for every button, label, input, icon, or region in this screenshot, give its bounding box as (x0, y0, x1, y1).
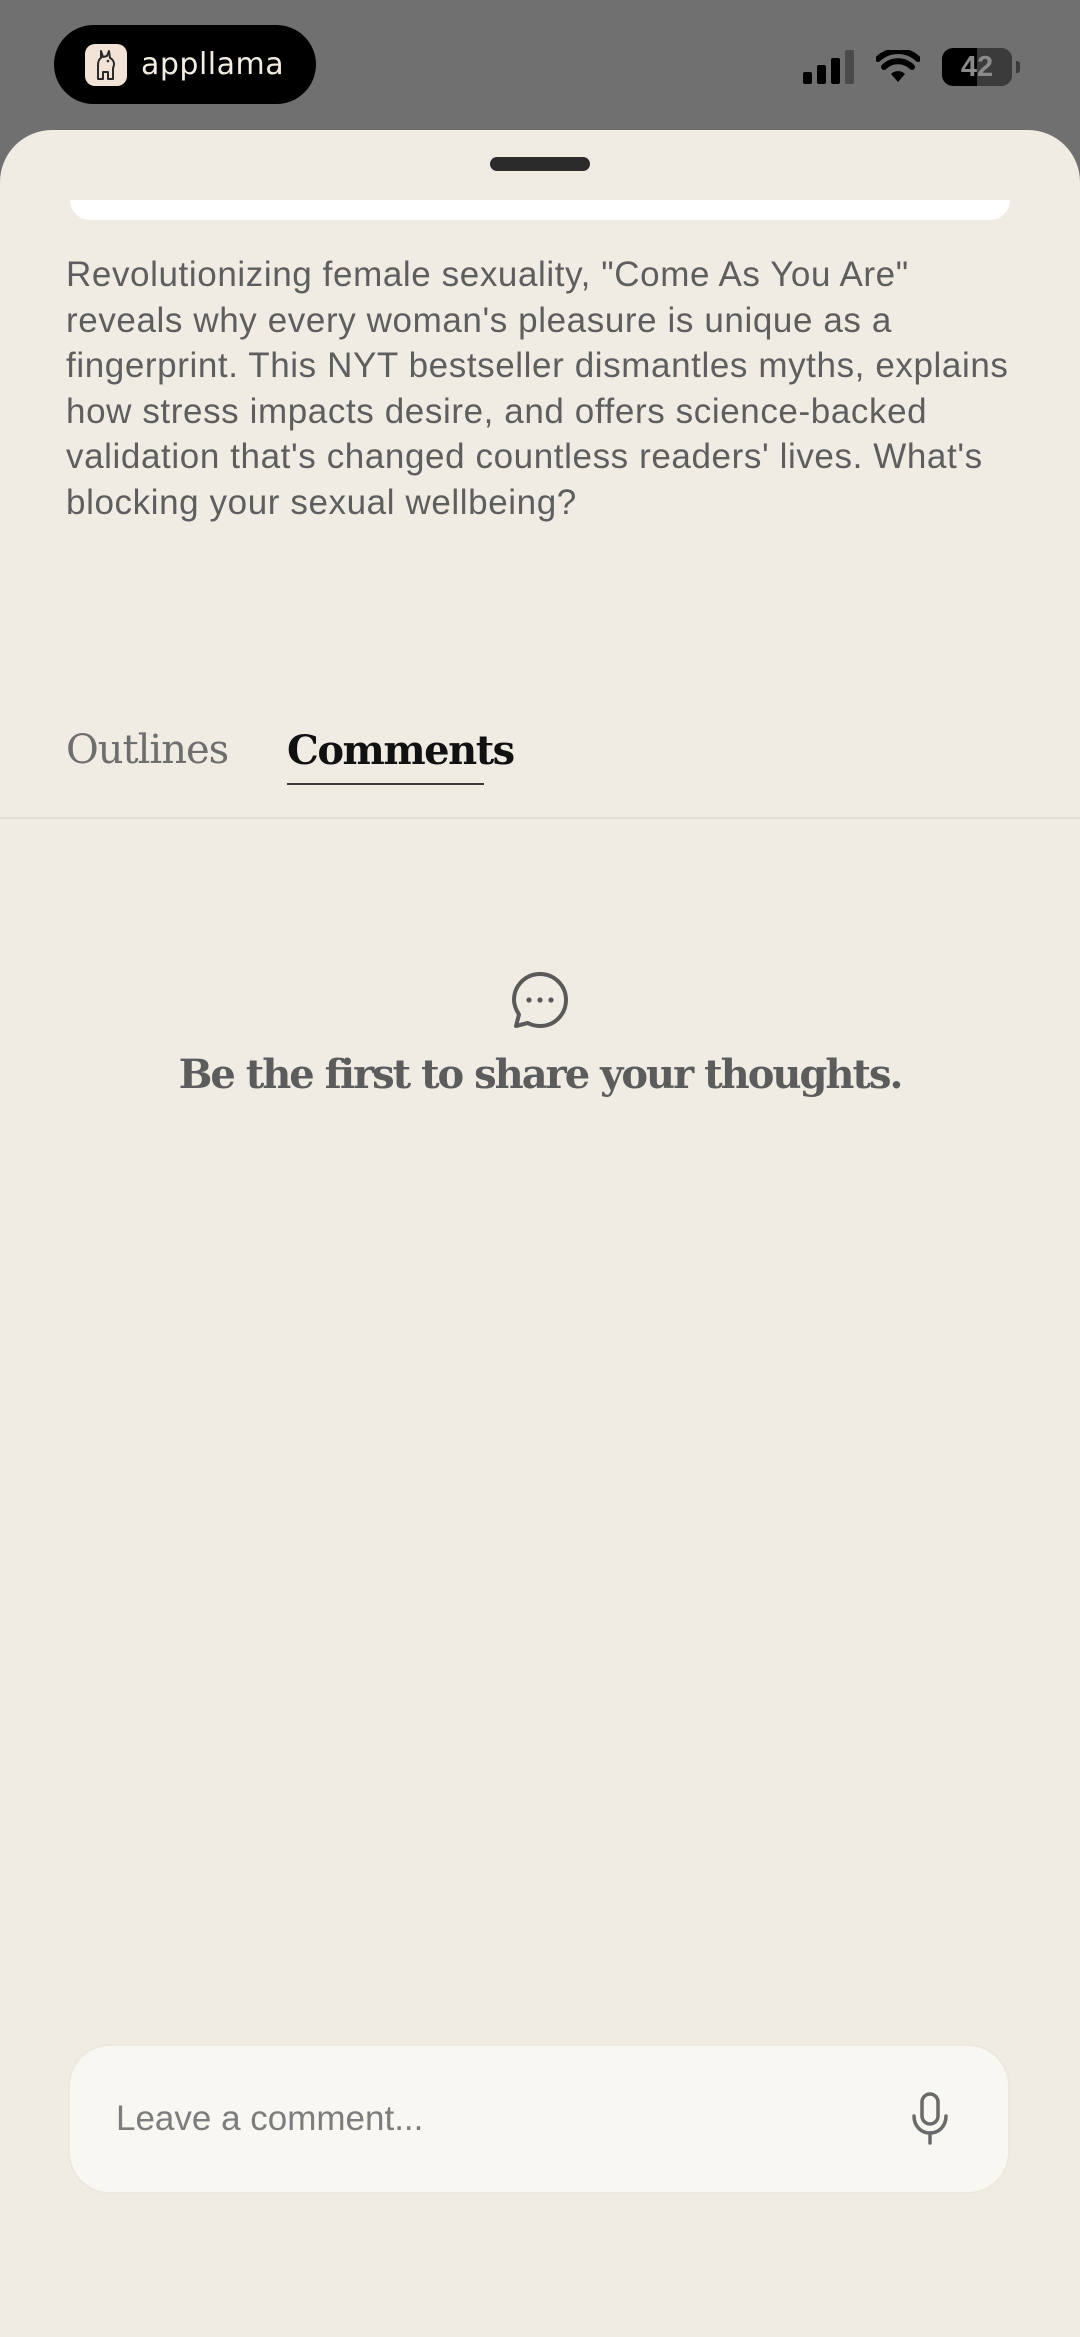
tab-outlines[interactable]: Outlines (66, 685, 229, 815)
wifi-icon (876, 50, 920, 82)
status-indicators: 42 (803, 48, 1020, 86)
active-tab-indicator (287, 783, 484, 785)
app-name: appllama (141, 47, 285, 82)
microphone-icon[interactable] (904, 2089, 956, 2149)
battery-icon: 42 (942, 48, 1020, 86)
llama-logo-icon (85, 43, 127, 86)
chat-bubble-icon (512, 972, 568, 1028)
status-bar: appllama 42 (0, 0, 1080, 130)
tab-bar: Outlines Comments (0, 685, 1080, 819)
battery-level: 42 (960, 50, 994, 83)
comment-composer (68, 2044, 1010, 2194)
book-card-edge (70, 200, 1010, 220)
tab-comments[interactable]: Comments (287, 685, 515, 815)
empty-comments-message: Be the first to share your thoughts. (178, 1051, 904, 1098)
book-description: Revolutionizing female sexuality, "Come … (66, 255, 1009, 522)
app-pill[interactable]: appllama (54, 25, 316, 104)
sheet-grabber-handle[interactable] (490, 157, 590, 171)
comment-input[interactable] (114, 2098, 904, 2140)
bottom-sheet: Revolutionizing female sexuality, "Come … (0, 130, 1080, 2337)
cellular-signal-icon (803, 50, 854, 84)
